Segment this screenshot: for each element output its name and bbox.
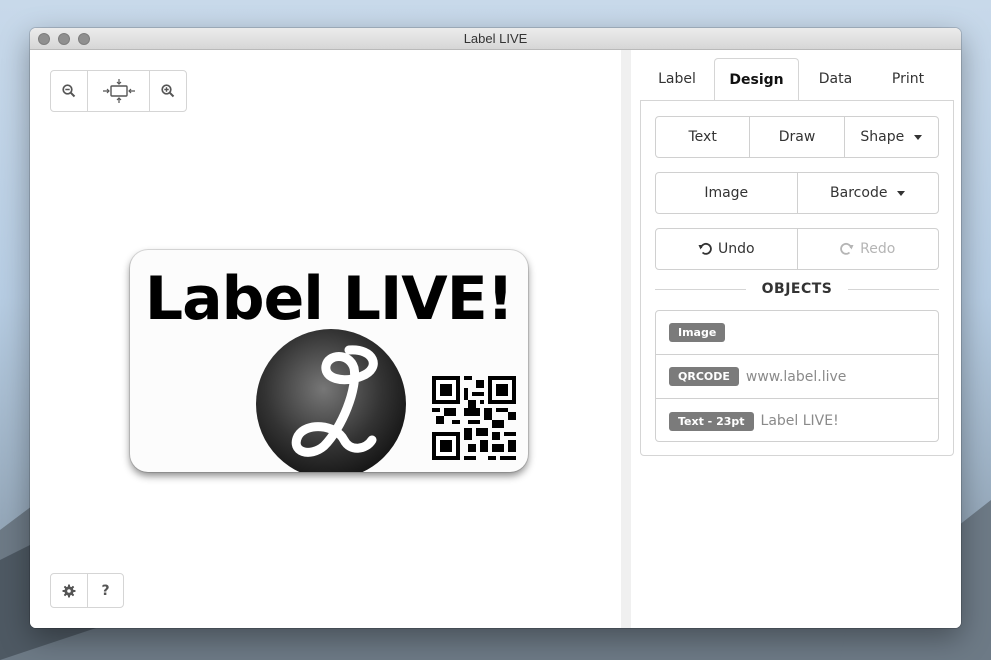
object-value: Label LIVE!	[760, 413, 839, 429]
inspector-pane: Label Design Data Print Text Draw Shape …	[631, 50, 961, 628]
help-button[interactable]: ?	[88, 574, 123, 607]
draw-button-label: Draw	[778, 129, 816, 145]
barcode-dropdown[interactable]: Barcode	[798, 173, 939, 213]
tab-bar: Label Design Data Print	[640, 58, 954, 101]
bottom-toolbar: ?	[50, 573, 124, 608]
object-value: www.label.live	[745, 368, 847, 385]
tab-data[interactable]: Data	[799, 58, 872, 100]
zoom-out-icon	[62, 84, 76, 98]
undo-icon	[698, 242, 712, 255]
object-row-qrcode[interactable]: QRCODE www.label.live	[656, 355, 938, 399]
logo-image-object[interactable]	[254, 328, 410, 472]
zoom-in-icon	[161, 84, 175, 98]
redo-icon	[840, 242, 854, 255]
shape-dropdown-label: Shape	[860, 129, 905, 145]
object-row-text[interactable]: Text - 23pt Label LIVE!	[656, 399, 938, 443]
divider-line	[848, 288, 940, 290]
tab-print[interactable]: Print	[872, 58, 944, 100]
text-button[interactable]: Text	[656, 117, 751, 157]
undo-button[interactable]: Undo	[656, 229, 798, 269]
shape-dropdown[interactable]: Shape	[845, 117, 938, 157]
caret-down-icon	[897, 190, 906, 196]
label-preview[interactable]: Label LIVE!	[130, 250, 528, 472]
divider-line	[655, 288, 746, 290]
text-button-label: Text	[688, 129, 717, 145]
barcode-dropdown-label: Barcode	[830, 185, 888, 201]
object-type-badge: Image	[669, 323, 726, 342]
object-type-badge: Text - 23pt	[669, 411, 754, 431]
objects-heading-text: OBJECTS	[761, 281, 833, 297]
insert-toolbar-row-1: Text Draw Shape	[655, 116, 939, 158]
design-panel: Text Draw Shape Image Barcode Undo Redo …	[640, 100, 954, 456]
undo-button-label: Undo	[717, 241, 755, 257]
canvas-pane: Label LIVE! ?	[30, 50, 621, 628]
objects-list: Image QRCODE www.label.live Text - 23pt …	[655, 310, 939, 442]
object-type-badge: QRCODE	[669, 367, 739, 386]
title-bar: Label LIVE	[30, 28, 961, 50]
draw-button[interactable]: Draw	[750, 117, 845, 157]
image-button-label: Image	[704, 185, 749, 201]
redo-button[interactable]: Redo	[798, 229, 939, 269]
close-window-button[interactable]	[38, 33, 50, 45]
redo-button-label: Redo	[860, 241, 896, 257]
pane-divider[interactable]	[621, 50, 631, 628]
history-toolbar: Undo Redo	[655, 228, 939, 270]
zoom-window-button[interactable]	[78, 33, 90, 45]
caret-down-icon	[914, 134, 923, 140]
app-window: Label LIVE Label LIVE! ? Label Design Da…	[30, 28, 961, 628]
window-title: Label LIVE	[463, 31, 528, 46]
fit-to-view-button[interactable]	[88, 71, 150, 111]
qrcode-object[interactable]	[432, 376, 516, 460]
objects-heading: OBJECTS	[655, 279, 940, 299]
zoom-toolbar	[50, 70, 187, 112]
zoom-in-button[interactable]	[150, 71, 186, 111]
zoom-out-button[interactable]	[51, 71, 88, 111]
label-text-object[interactable]: Label LIVE!	[130, 264, 528, 334]
tab-design[interactable]: Design	[714, 58, 799, 101]
settings-button[interactable]	[51, 574, 88, 607]
insert-toolbar-row-2: Image Barcode	[655, 172, 939, 214]
minimize-window-button[interactable]	[58, 33, 70, 45]
fit-to-view-icon	[102, 79, 135, 103]
object-row-image[interactable]: Image	[656, 311, 938, 355]
image-button[interactable]: Image	[656, 173, 798, 213]
gear-icon	[62, 584, 76, 597]
tab-label[interactable]: Label	[640, 58, 714, 100]
